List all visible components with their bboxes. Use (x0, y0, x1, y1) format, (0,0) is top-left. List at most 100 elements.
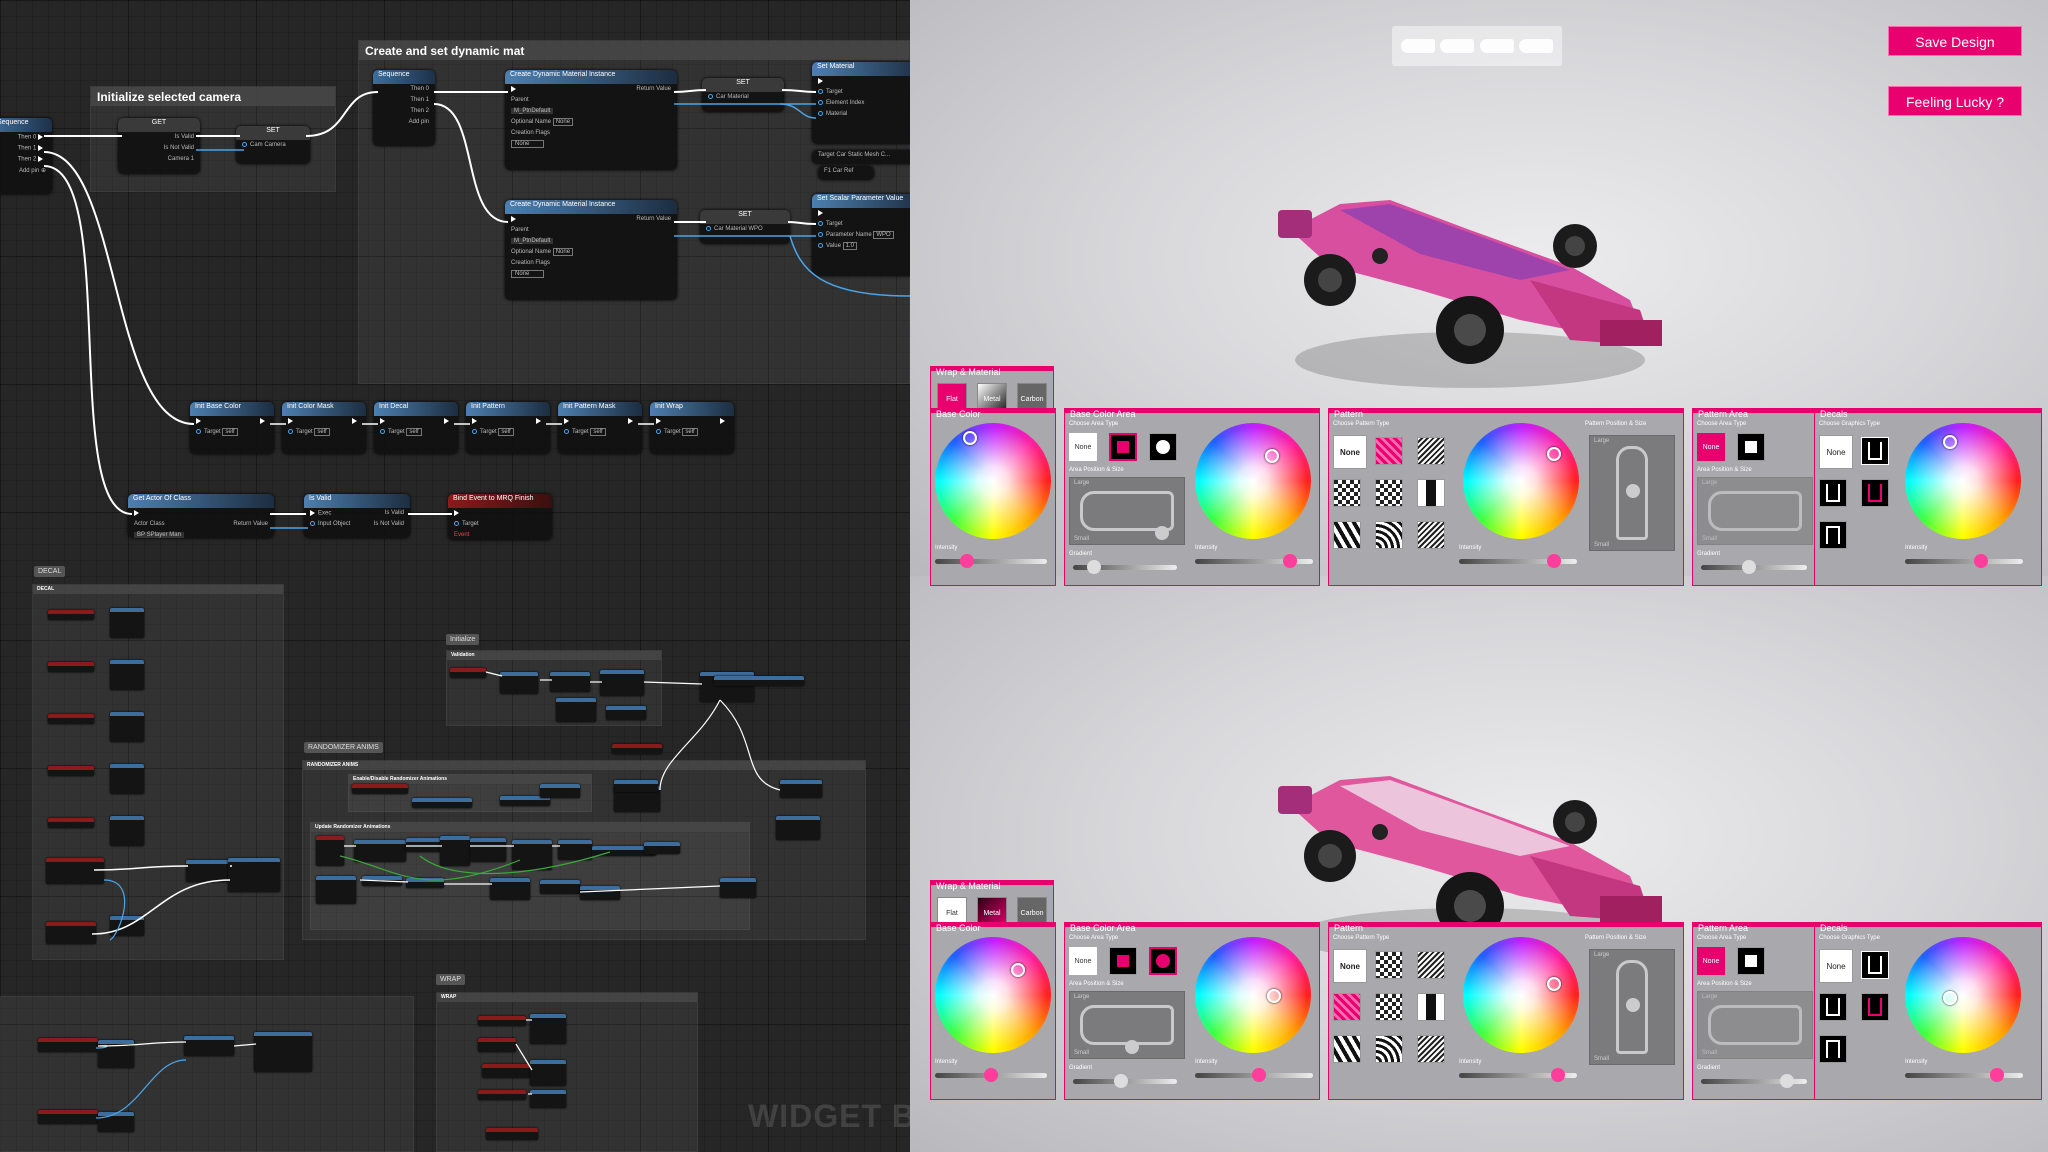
area-color-wheel[interactable] (1195, 423, 1311, 539)
pattern-option[interactable] (1375, 521, 1403, 549)
pattern-option[interactable] (1417, 993, 1445, 1021)
color-picker-knob[interactable] (963, 431, 977, 445)
pattern-option[interactable] (1417, 951, 1445, 979)
save-design-button[interactable]: Save Design (1888, 26, 2022, 56)
area-gradient-slider[interactable] (1073, 1074, 1177, 1088)
pattern-area-none-option[interactable]: None (1697, 433, 1725, 461)
base-intensity-slider[interactable] (935, 1068, 1047, 1082)
slider-thumb[interactable] (1780, 1074, 1794, 1088)
base-color-wheel[interactable] (935, 423, 1051, 539)
pattern-intensity-slider[interactable] (1459, 554, 1577, 568)
area-handle[interactable] (1155, 526, 1169, 540)
pattern-area-gradient-slider[interactable] (1701, 560, 1807, 574)
decal-option[interactable] (1819, 479, 1847, 507)
color-picker-knob[interactable] (1547, 977, 1561, 991)
slider-thumb[interactable] (1547, 554, 1561, 568)
pattern-option[interactable] (1333, 521, 1361, 549)
decal-option[interactable] (1819, 521, 1847, 549)
area-preview[interactable]: Large Small (1069, 477, 1185, 545)
slider-thumb[interactable] (960, 554, 974, 568)
pattern-handle[interactable] (1626, 484, 1640, 498)
color-picker-knob[interactable] (1011, 963, 1025, 977)
car-thumb-icon[interactable] (1519, 39, 1554, 53)
base-intensity-slider[interactable] (935, 554, 1047, 568)
slider-thumb[interactable] (1551, 1068, 1565, 1082)
pattern-option[interactable] (1375, 951, 1403, 979)
color-picker-knob[interactable] (1943, 435, 1957, 449)
pattern-area-none-option[interactable]: None (1697, 947, 1725, 975)
car-thumb-icon[interactable] (1400, 39, 1435, 53)
decal-intensity-slider[interactable] (1905, 554, 2023, 568)
area-option[interactable] (1149, 433, 1177, 461)
pattern-none-option[interactable]: None (1333, 949, 1367, 983)
car-thumb-icon[interactable] (1440, 39, 1475, 53)
pattern-option[interactable] (1375, 1035, 1403, 1063)
decal-color-wheel[interactable] (1905, 423, 2021, 539)
car-thumb-icon[interactable] (1479, 39, 1514, 53)
slider-thumb[interactable] (1974, 554, 1988, 568)
pattern-preview[interactable]: Large Small (1589, 949, 1675, 1065)
decal-option[interactable] (1861, 951, 1889, 979)
pattern-preview[interactable]: Large Small (1589, 435, 1675, 551)
slider-thumb[interactable] (1990, 1068, 2004, 1082)
feeling-lucky-button[interactable]: Feeling Lucky ? (1888, 86, 2022, 116)
pattern-area-preview[interactable]: Large Small (1697, 477, 1813, 545)
small-label: Small (1702, 536, 1718, 542)
slider-thumb[interactable] (1283, 554, 1297, 568)
pattern-option[interactable] (1333, 479, 1361, 507)
area-color-wheel[interactable] (1195, 937, 1311, 1053)
area-handle[interactable] (1125, 1040, 1139, 1054)
f1-car-model[interactable] (1270, 170, 1670, 410)
pattern-area-option[interactable] (1737, 947, 1765, 975)
pattern-option[interactable] (1417, 437, 1445, 465)
decal-option[interactable] (1861, 993, 1889, 1021)
decal-option[interactable] (1861, 437, 1889, 465)
color-picker-knob[interactable] (1267, 989, 1281, 1003)
base-color-wheel[interactable] (935, 937, 1051, 1053)
decal-shape-icon (1826, 484, 1840, 502)
pattern-option[interactable] (1417, 521, 1445, 549)
color-picker-knob[interactable] (1265, 449, 1279, 463)
area-option[interactable] (1109, 433, 1137, 461)
car-selector[interactable] (1392, 26, 1562, 66)
area-option[interactable] (1109, 947, 1137, 975)
decal-color-wheel[interactable] (1905, 937, 2021, 1053)
pattern-option[interactable] (1333, 1035, 1361, 1063)
pattern-area-preview[interactable]: Large Small (1697, 991, 1813, 1059)
slider-thumb[interactable] (1114, 1074, 1128, 1088)
decal-option[interactable] (1861, 479, 1889, 507)
pattern-option[interactable] (1375, 993, 1403, 1021)
area-preview[interactable]: Large Small (1069, 991, 1185, 1059)
area-none-option[interactable]: None (1069, 947, 1097, 975)
slider-thumb[interactable] (1742, 560, 1756, 574)
area-option[interactable] (1149, 947, 1177, 975)
area-gradient-slider[interactable] (1073, 560, 1177, 574)
pattern-option[interactable] (1417, 479, 1445, 507)
pattern-option[interactable] (1375, 437, 1403, 465)
pattern-color-wheel[interactable] (1463, 423, 1579, 539)
decal-none-option[interactable]: None (1819, 949, 1853, 983)
decal-intensity-slider[interactable] (1905, 1068, 2023, 1082)
slider-thumb[interactable] (1252, 1068, 1266, 1082)
color-picker-knob[interactable] (1943, 991, 1957, 1005)
intensity-label: Intensity (1459, 1059, 1482, 1065)
color-picker-knob[interactable] (1547, 447, 1561, 461)
pattern-none-option[interactable]: None (1333, 435, 1367, 469)
pattern-area-option[interactable] (1737, 433, 1765, 461)
pattern-option[interactable] (1333, 993, 1361, 1021)
blueprint-graph[interactable]: Initialize selected camera Create and se… (0, 0, 910, 1152)
pattern-option[interactable] (1375, 479, 1403, 507)
pattern-intensity-slider[interactable] (1459, 1068, 1577, 1082)
slider-thumb[interactable] (984, 1068, 998, 1082)
slider-thumb[interactable] (1087, 560, 1101, 574)
pattern-area-gradient-slider[interactable] (1701, 1074, 1807, 1088)
decal-none-option[interactable]: None (1819, 435, 1853, 469)
pattern-option[interactable] (1417, 1035, 1445, 1063)
area-intensity-slider[interactable] (1195, 1068, 1313, 1082)
decal-option[interactable] (1819, 993, 1847, 1021)
pattern-color-wheel[interactable] (1463, 937, 1579, 1053)
area-none-option[interactable]: None (1069, 433, 1097, 461)
pattern-handle[interactable] (1626, 998, 1640, 1012)
decal-option[interactable] (1819, 1035, 1847, 1063)
area-intensity-slider[interactable] (1195, 554, 1313, 568)
